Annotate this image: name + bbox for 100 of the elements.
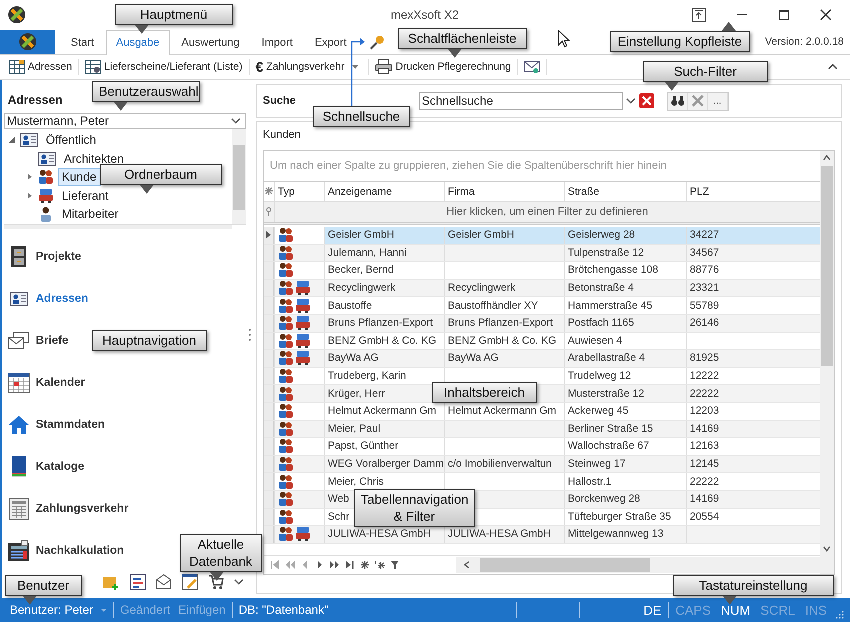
table-cell: Trudeberg, Karin bbox=[328, 370, 406, 382]
close-icon[interactable] bbox=[820, 9, 832, 21]
callout: Inhaltsbereich bbox=[432, 382, 537, 403]
people-icon bbox=[278, 508, 294, 525]
column-chooser-icon[interactable] bbox=[264, 186, 274, 196]
table-cell: Hallostr.1 bbox=[568, 476, 612, 488]
calendar-icon bbox=[8, 373, 30, 394]
filter-icon[interactable] bbox=[390, 560, 400, 570]
tree-item[interactable]: Öffentlich bbox=[42, 131, 100, 150]
caret-icon[interactable] bbox=[352, 65, 359, 69]
add-icon[interactable] bbox=[360, 560, 370, 570]
table-cell: Recyclingwerk bbox=[328, 282, 396, 294]
header-settings-icon[interactable] bbox=[692, 8, 706, 22]
table-cell: 12222 bbox=[690, 370, 720, 382]
last-icon[interactable] bbox=[345, 560, 355, 570]
table-cell: Bruns Pflanzen-Export bbox=[448, 317, 554, 330]
cart-icon[interactable] bbox=[208, 574, 224, 590]
collapse-icon[interactable] bbox=[828, 63, 838, 71]
search-button[interactable] bbox=[668, 92, 688, 110]
tree-item[interactable]: Kunde bbox=[58, 168, 101, 186]
table-cell: Geisler GmbH bbox=[328, 229, 395, 242]
ribbon-tab[interactable]: Import bbox=[252, 30, 303, 54]
callout: Schnellsuche bbox=[313, 106, 410, 127]
next-page-icon[interactable] bbox=[330, 560, 340, 570]
key-indicator: SCRL bbox=[760, 602, 796, 618]
table-cell: 20554 bbox=[690, 510, 720, 523]
tree-item[interactable]: Mitarbeiter bbox=[58, 205, 123, 224]
more-button[interactable]: ... bbox=[708, 92, 728, 110]
chevron-down-icon[interactable] bbox=[626, 97, 636, 105]
row-indicator[interactable] bbox=[264, 227, 274, 244]
user-select[interactable]: Mustermann, Peter bbox=[4, 113, 246, 129]
scrollbar[interactable] bbox=[232, 129, 246, 224]
table-cell: 23321 bbox=[690, 282, 720, 294]
app-menu-button[interactable] bbox=[0, 30, 55, 54]
maximize-icon[interactable] bbox=[778, 9, 790, 21]
toolbar-button[interactable]: Lieferscheine/Lieferant (Liste) bbox=[82, 58, 246, 76]
table-cell: Mittelgewannweg 13 bbox=[568, 528, 664, 540]
scrollbar[interactable] bbox=[456, 557, 820, 573]
expander-icon[interactable] bbox=[26, 192, 34, 200]
nav-item[interactable]: Kalender bbox=[36, 377, 86, 390]
people-icon bbox=[278, 456, 294, 472]
toolbar-button[interactable]: € Zahlungsverkehr bbox=[252, 57, 348, 77]
clear-icon[interactable] bbox=[639, 93, 655, 109]
expander-icon[interactable] bbox=[26, 173, 34, 182]
people-icon bbox=[278, 474, 294, 490]
pointer-arrow bbox=[350, 36, 366, 106]
toolbar-button[interactable]: Adressen bbox=[6, 58, 76, 76]
next-icon[interactable] bbox=[315, 560, 325, 570]
table-cell: Ackerweg 45 bbox=[568, 405, 629, 418]
search-field[interactable]: Schnellsuche bbox=[419, 92, 623, 110]
table-cell: Borckenweg 28 bbox=[568, 493, 640, 506]
calendar-edit-icon[interactable] bbox=[182, 574, 198, 590]
truck-icon bbox=[295, 280, 311, 296]
nav-item[interactable]: Briefe bbox=[36, 335, 69, 348]
column-header[interactable]: Firma bbox=[444, 182, 564, 201]
table-cell: Wallochstraße 67 bbox=[568, 440, 650, 452]
people-icon bbox=[38, 169, 54, 186]
folder-add-icon[interactable] bbox=[102, 574, 120, 590]
nav-item[interactable]: Kataloge bbox=[36, 461, 85, 474]
table-cell: 14169 bbox=[690, 493, 720, 506]
cursor-icon bbox=[558, 30, 570, 48]
first-icon[interactable] bbox=[270, 560, 280, 570]
table-cell: Helmut Ackermann Gm bbox=[448, 405, 557, 418]
nav-item[interactable]: Zahlungsverkehr bbox=[36, 503, 129, 516]
previous-page-icon[interactable] bbox=[285, 560, 295, 570]
toolbar-button[interactable]: Drucken Pflegerechnung bbox=[372, 57, 514, 77]
callout: Benutzer bbox=[5, 575, 82, 605]
chevron-down-icon[interactable] bbox=[234, 578, 244, 586]
more-icon[interactable] bbox=[248, 328, 252, 342]
table-cell: Brötchengasse 108 bbox=[568, 264, 658, 276]
ribbon-tab[interactable]: Export bbox=[304, 30, 357, 54]
column-header[interactable]: Anzeigename bbox=[324, 182, 444, 201]
current-row-icon bbox=[266, 231, 271, 240]
ribbon-tab[interactable]: Start bbox=[61, 30, 104, 54]
envelope-icon bbox=[8, 332, 30, 350]
nav-item[interactable]: Adressen bbox=[36, 293, 88, 306]
table-cell: 12203 bbox=[690, 405, 720, 418]
table-cell: 26146 bbox=[690, 317, 720, 330]
user-status[interactable]: Benutzer: Peter bbox=[6, 603, 112, 617]
ribbon-tab[interactable]: Ausgabe bbox=[106, 30, 170, 55]
envelope-sync-icon bbox=[524, 60, 540, 74]
table-cell: Recyclingwerk bbox=[448, 282, 516, 294]
envelope-icon[interactable] bbox=[156, 574, 172, 590]
nav-item[interactable]: Projekte bbox=[36, 251, 82, 264]
edit-icon[interactable] bbox=[375, 560, 385, 570]
table-cell: Berliner Straße 15 bbox=[568, 422, 654, 435]
table-cell: Meier, Chris bbox=[328, 476, 384, 488]
expanded-icon[interactable] bbox=[8, 136, 16, 144]
key-indicator: NUM bbox=[720, 602, 752, 618]
column-header[interactable]: Typ bbox=[274, 182, 324, 201]
table-cell: BENZ GmbH & Co. KG bbox=[448, 334, 557, 347]
column-header[interactable]: Straße bbox=[564, 182, 686, 201]
scrollbar[interactable] bbox=[820, 151, 834, 574]
nav-item[interactable]: Stammdaten bbox=[36, 419, 106, 432]
callout: Hauptmenü bbox=[115, 4, 233, 34]
nav-item[interactable]: Nachkalkulation bbox=[36, 545, 124, 558]
splitter-grip[interactable] bbox=[4, 224, 232, 230]
form-icon[interactable] bbox=[130, 574, 146, 590]
pin-icon[interactable] bbox=[368, 34, 387, 50]
language-indicator[interactable]: DE bbox=[640, 602, 666, 618]
